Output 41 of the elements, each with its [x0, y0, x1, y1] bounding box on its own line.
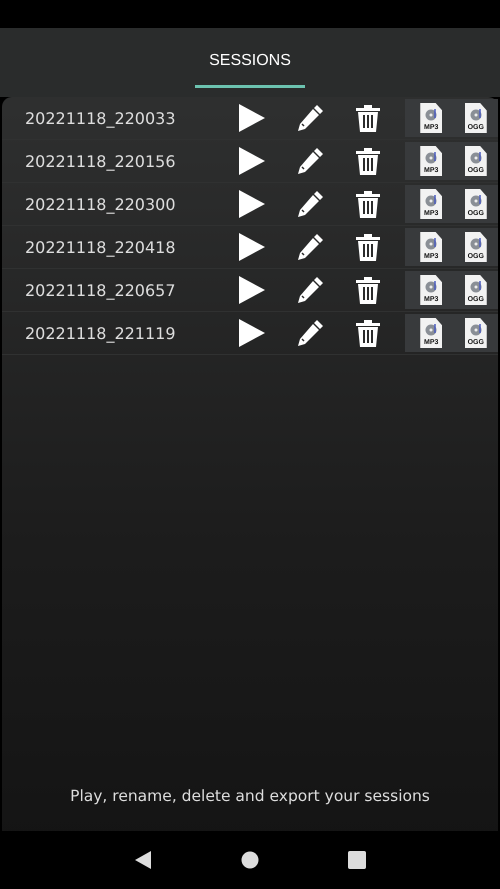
sessions-tab[interactable]: SESSIONS [195, 28, 305, 88]
disc-icon [468, 324, 483, 336]
disc-icon [468, 281, 483, 293]
disc-icon [424, 109, 438, 121]
pencil-icon [295, 232, 325, 262]
play-icon [238, 103, 266, 133]
session-name[interactable]: 20221118_220418 [2, 238, 223, 256]
pencil-icon [295, 189, 325, 219]
session-name[interactable]: 20221118_220657 [2, 280, 223, 300]
session-name[interactable]: 20221118_220156 [2, 152, 223, 170]
pencil-icon [295, 318, 325, 348]
session-name[interactable]: 20221118_220033 [2, 108, 223, 128]
trash-icon [355, 190, 381, 218]
disc-icon [468, 238, 483, 250]
disc-icon [424, 281, 438, 293]
disc-icon [424, 195, 438, 207]
hint-text: Play, rename, delete and export your sessions [69, 787, 431, 807]
play-icon [238, 275, 266, 305]
trash-icon [355, 104, 381, 132]
disc-icon [424, 324, 438, 336]
disc-icon [424, 238, 438, 250]
play-icon [238, 318, 266, 348]
pencil-icon [295, 275, 325, 305]
session-name[interactable]: 20221118_220300 [2, 194, 223, 214]
trash-icon [355, 276, 381, 304]
session-name[interactable]: 20221118_221119 [2, 324, 223, 342]
play-icon [238, 232, 266, 262]
pencil-icon [295, 146, 325, 176]
disc-icon [468, 109, 483, 121]
trash-icon [355, 319, 381, 347]
play-icon [238, 189, 266, 219]
back-icon[interactable] [134, 851, 152, 869]
disc-icon [424, 152, 438, 164]
recents-icon[interactable] [348, 851, 366, 869]
disc-icon [468, 152, 483, 164]
trash-icon [355, 233, 381, 261]
pencil-icon [295, 103, 325, 133]
play-icon [238, 146, 266, 176]
home-icon[interactable] [240, 851, 259, 869]
trash-icon [355, 147, 381, 175]
disc-icon [468, 195, 483, 207]
